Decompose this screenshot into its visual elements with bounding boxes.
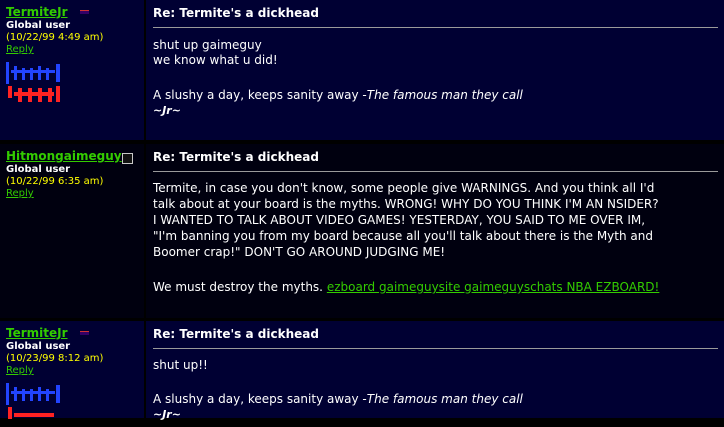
reply-link[interactable]: Reply [6, 188, 34, 199]
reply-link[interactable]: Reply [6, 44, 34, 55]
signature-image [6, 383, 60, 419]
post-body: Re: Termite's a dickhead shut up!! A slu… [146, 321, 724, 421]
author-name-link[interactable]: Hitmongaimeguy [6, 149, 122, 163]
signature-quote: The famous man they call [366, 392, 523, 406]
reply-link[interactable]: Reply [6, 365, 34, 376]
author-panel: TermiteJr Global user (10/23/99 8:12 am)… [0, 321, 144, 419]
message-line: we know what u did! [153, 53, 278, 67]
author-role: Global user [6, 341, 71, 352]
message-board: TermiteJr Global user (10/22/99 4:49 am)… [0, 0, 724, 421]
signature-quote: The famous man they call [366, 88, 523, 102]
post-title: Re: Termite's a dickhead [153, 150, 319, 164]
offline-status-icon [122, 153, 133, 164]
message-line: I WANTED TO TALK ABOUT VIDEO GAMES! YEST… [153, 213, 646, 227]
author-role: Global user [6, 164, 71, 175]
author-name-link[interactable]: TermiteJr [6, 326, 68, 340]
post-date: (10/22/99 4:49 am) [6, 32, 104, 43]
post-body: Re: Termite's a dickhead Termite, in cas… [146, 144, 724, 318]
author-name-link[interactable]: TermiteJr [6, 5, 68, 19]
message-line: Boomer crap!" DON'T GO AROUND JUDGING ME… [153, 245, 446, 259]
author-role: Global user [6, 20, 71, 31]
signature-link[interactable]: ezboard gaimeguysite gaimeguyschats NBA … [327, 280, 660, 294]
post-date: (10/22/99 6:35 am) [6, 176, 104, 187]
signature-name: ~Jr~ [153, 104, 181, 117]
post-date: (10/23/99 8:12 am) [6, 353, 104, 364]
post-title: Re: Termite's a dickhead [153, 327, 319, 341]
post-title: Re: Termite's a dickhead [153, 6, 319, 20]
title-divider [153, 171, 718, 172]
signature-name: ~Jr~ [153, 408, 181, 421]
message-line: shut up!! [153, 358, 208, 372]
signature-text: A slushy a day, keeps sanity away -The f… [153, 392, 523, 406]
title-divider [153, 27, 718, 28]
signature-text: A slushy a day, keeps sanity away -The f… [153, 88, 523, 102]
message-line: shut up gaimeguy [153, 38, 262, 52]
online-status-icon [80, 331, 89, 335]
post: Hitmongaimeguy Global user (10/22/99 6:3… [0, 144, 724, 318]
title-divider [153, 348, 718, 349]
signature-image [6, 62, 60, 102]
post: TermiteJr Global user (10/23/99 8:12 am)… [0, 321, 724, 421]
message-line: Termite, in case you don't know, some pe… [153, 181, 655, 195]
author-panel: Hitmongaimeguy Global user (10/22/99 6:3… [0, 144, 144, 318]
signature-text: We must destroy the myths. ezboard gaime… [153, 280, 660, 294]
online-status-icon [80, 10, 89, 14]
message-line: "I'm banning you from my board because a… [153, 229, 653, 243]
message-line: talk about at your board is the myths. W… [153, 197, 659, 211]
post: TermiteJr Global user (10/22/99 4:49 am)… [0, 0, 724, 140]
post-body: Re: Termite's a dickhead shut up gaimegu… [146, 0, 724, 140]
author-panel: TermiteJr Global user (10/22/99 4:49 am)… [0, 0, 144, 140]
